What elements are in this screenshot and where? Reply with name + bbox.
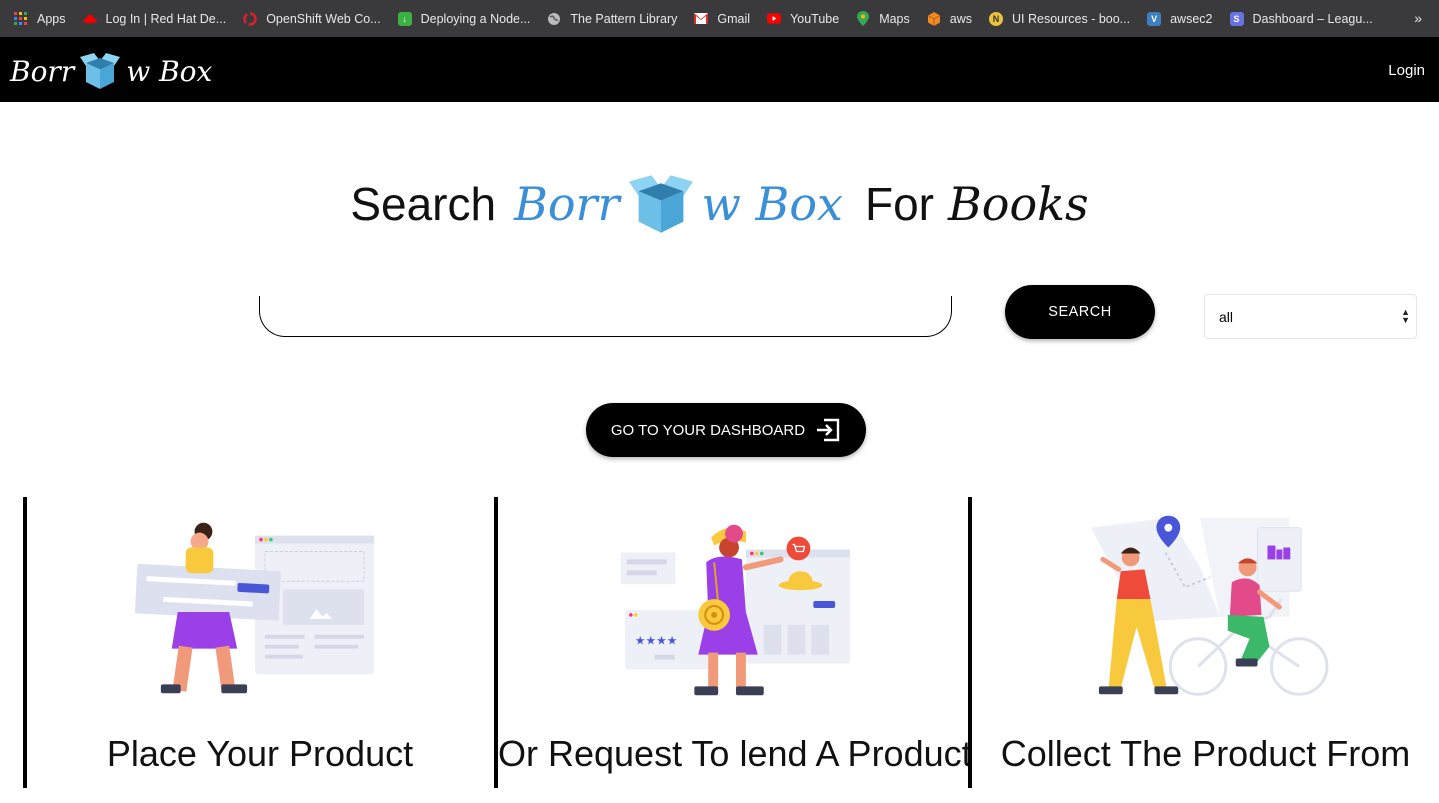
feature-card-place: Place Your Product [23,497,493,788]
exit-arrow-icon [817,418,840,442]
bookmark-label: Deploying a Node... [420,11,531,26]
open-box-icon [80,53,121,89]
notion-icon: N [989,11,1003,26]
bookmark-label: Apps [37,11,66,26]
bookmark-aws[interactable]: aws [927,11,972,26]
gmail-icon [694,12,709,26]
bookmark-deploying-node[interactable]: ↓ Deploying a Node... [397,11,531,26]
bookmark-awsec2[interactable]: V awsec2 [1147,11,1213,26]
dashboard-button-label: GO TO YOUR DASHBOARD [610,421,806,439]
bookmark-label: The Pattern Library [570,11,678,26]
bookmark-openshift[interactable]: OpenShift Web Co... [243,11,381,26]
logo-text-left: Borr [10,54,75,88]
youtube-icon [767,12,782,26]
bookmark-label: Dashboard – Leagu... [1252,11,1373,26]
bookmark-label: Log In | Red Hat De... [105,11,227,26]
site-logo[interactable]: Borr w Box [10,51,212,91]
search-input[interactable] [259,296,952,337]
bookmark-label: YouTube [790,11,840,26]
bookmark-youtube[interactable]: YouTube [767,12,839,26]
bookmark-label: awsec2 [1170,11,1213,26]
request-product-illustration: ★★★★ [620,524,851,696]
title-brand: Borr w Box [514,172,843,236]
bookmark-maps[interactable]: Maps [856,11,910,26]
dashboard-button[interactable]: GO TO YOUR DASHBOARD [586,403,866,457]
bookmark-ui-resources[interactable]: N UI Resources - boo... [989,11,1131,26]
download-icon: ↓ [397,11,412,26]
bookmarks-bar: Apps Log In | Red Hat De... OpenShift We… [0,0,1439,37]
bookmark-redhat[interactable]: Log In | Red Hat De... [82,11,227,26]
brand-text-left: Borr [514,177,620,231]
page-title: Search Borr w Box For Books [0,170,1439,238]
bookmark-label: aws [949,11,972,26]
brand-text-right: w Box [701,177,843,231]
bookmark-pattern-library[interactable]: The Pattern Library [547,12,677,26]
bookmark-label: UI Resources - boo... [1012,11,1131,26]
select-arrows-icon: ▲ ▼ [1401,307,1410,325]
collect-product-illustration [1090,515,1329,696]
title-prefix: Search [350,178,497,230]
open-box-icon [628,175,693,233]
title-suffix-books: Books [947,177,1089,231]
bookmark-dashboard-league[interactable]: S Dashboard – Leagu... [1229,11,1373,26]
feature-card-collect: Collect The Product From [968,497,1439,788]
bookmark-label: OpenShift Web Co... [266,11,381,26]
openshift-icon [243,11,257,26]
search-button[interactable]: SEARCH [1005,285,1155,339]
bookmarks-overflow-button[interactable]: » [1414,10,1422,26]
bookmark-gmail[interactable]: Gmail [694,12,750,26]
redhat-icon [82,12,97,26]
place-product-illustration [134,522,375,694]
aws-cube-icon [927,11,941,26]
card-title: Collect The Product From [1000,733,1411,774]
vcard-icon: V [1147,11,1162,26]
bookmark-apps[interactable]: Apps [14,11,66,26]
category-selected-value: all [1219,308,1234,325]
svg-text:★★★★: ★★★★ [635,634,678,648]
category-select[interactable]: all ▲ ▼ [1204,294,1417,339]
navbar: Borr w Box Login [0,37,1439,102]
globe-icon [547,12,561,26]
feature-card-request: ★★★★ Or Request To lend A Product [494,497,972,788]
card-title: Or Request To lend A Product [498,733,972,774]
maps-pin-icon [856,11,870,26]
bookmark-label: Gmail [717,11,751,26]
title-suffix-for: For [864,178,934,230]
bookmark-label: Maps [879,11,910,26]
logo-text-right: w Box [126,54,213,88]
stripe-s-icon: S [1229,11,1244,26]
card-title: Place Your Product [106,733,414,774]
login-link[interactable]: Login [1388,62,1425,79]
apps-grid-icon [14,11,28,26]
